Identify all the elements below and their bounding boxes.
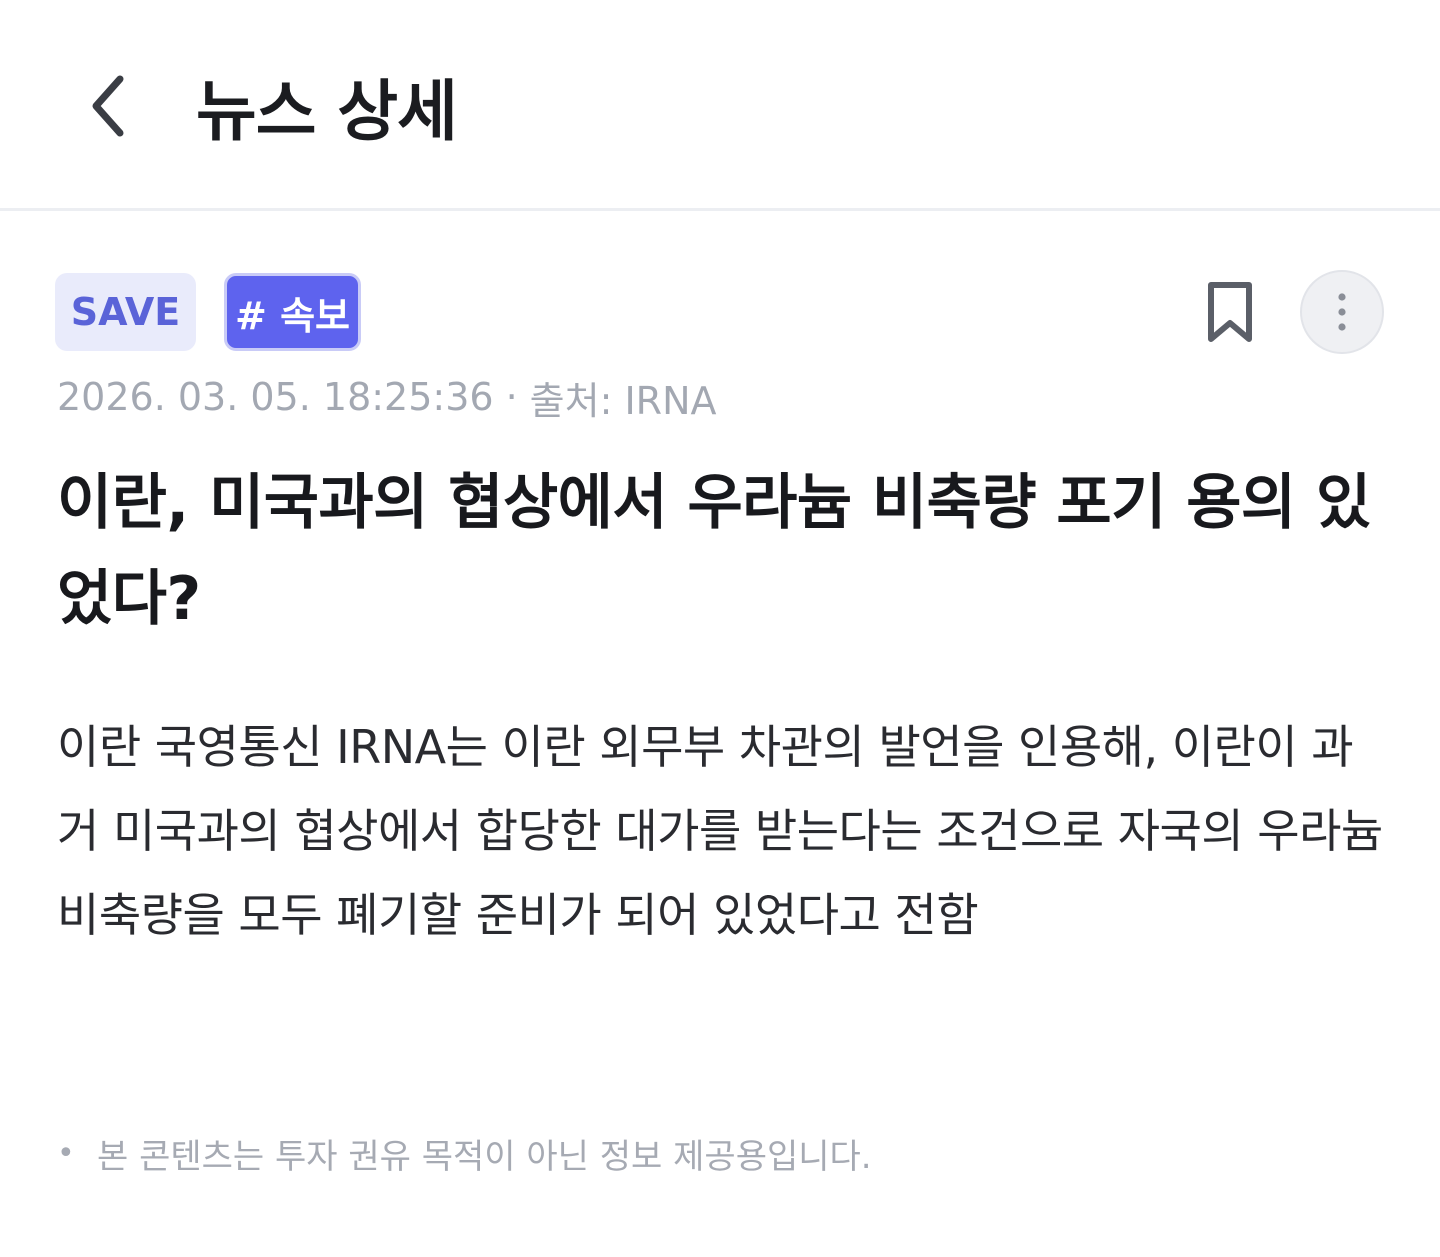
save-tag: SAVE — [55, 273, 196, 351]
article-datetime: 2026. 03. 05. 18:25:36 — [57, 375, 494, 419]
back-button[interactable] — [70, 62, 146, 150]
top-app-bar: 뉴스 상세 — [0, 0, 1440, 211]
disclaimer: • 본 콘텐츠는 투자 권유 목적이 아닌 정보 제공용입니다. — [57, 1128, 872, 1178]
bullet-icon: • — [57, 1135, 75, 1171]
chevron-left-icon — [92, 75, 124, 137]
article-source: 출처: IRNA — [529, 378, 717, 423]
bookmark-icon — [1208, 282, 1252, 342]
disclaimer-text: 본 콘텐츠는 투자 권유 목적이 아닌 정보 제공용입니다. — [97, 1136, 872, 1177]
bookmark-button[interactable] — [1196, 274, 1264, 350]
page-title: 뉴스 상세 — [196, 73, 458, 150]
article-headline: 이란, 미국과의 협상에서 우라늄 비축량 포기 용의 있었다? — [57, 468, 1371, 634]
article-body: 이란 국영통신 IRNA는 이란 외무부 차관의 발언을 인용해, 이란이 과거… — [57, 720, 1383, 942]
meta-separator: · — [505, 375, 518, 419]
more-options-button[interactable] — [1300, 270, 1384, 354]
article-meta: 2026. 03. 05. 18:25:36 · 출처: IRNA — [57, 372, 717, 423]
more-vertical-icon — [1338, 293, 1346, 331]
breaking-news-tag[interactable]: # 속보 — [224, 273, 361, 351]
